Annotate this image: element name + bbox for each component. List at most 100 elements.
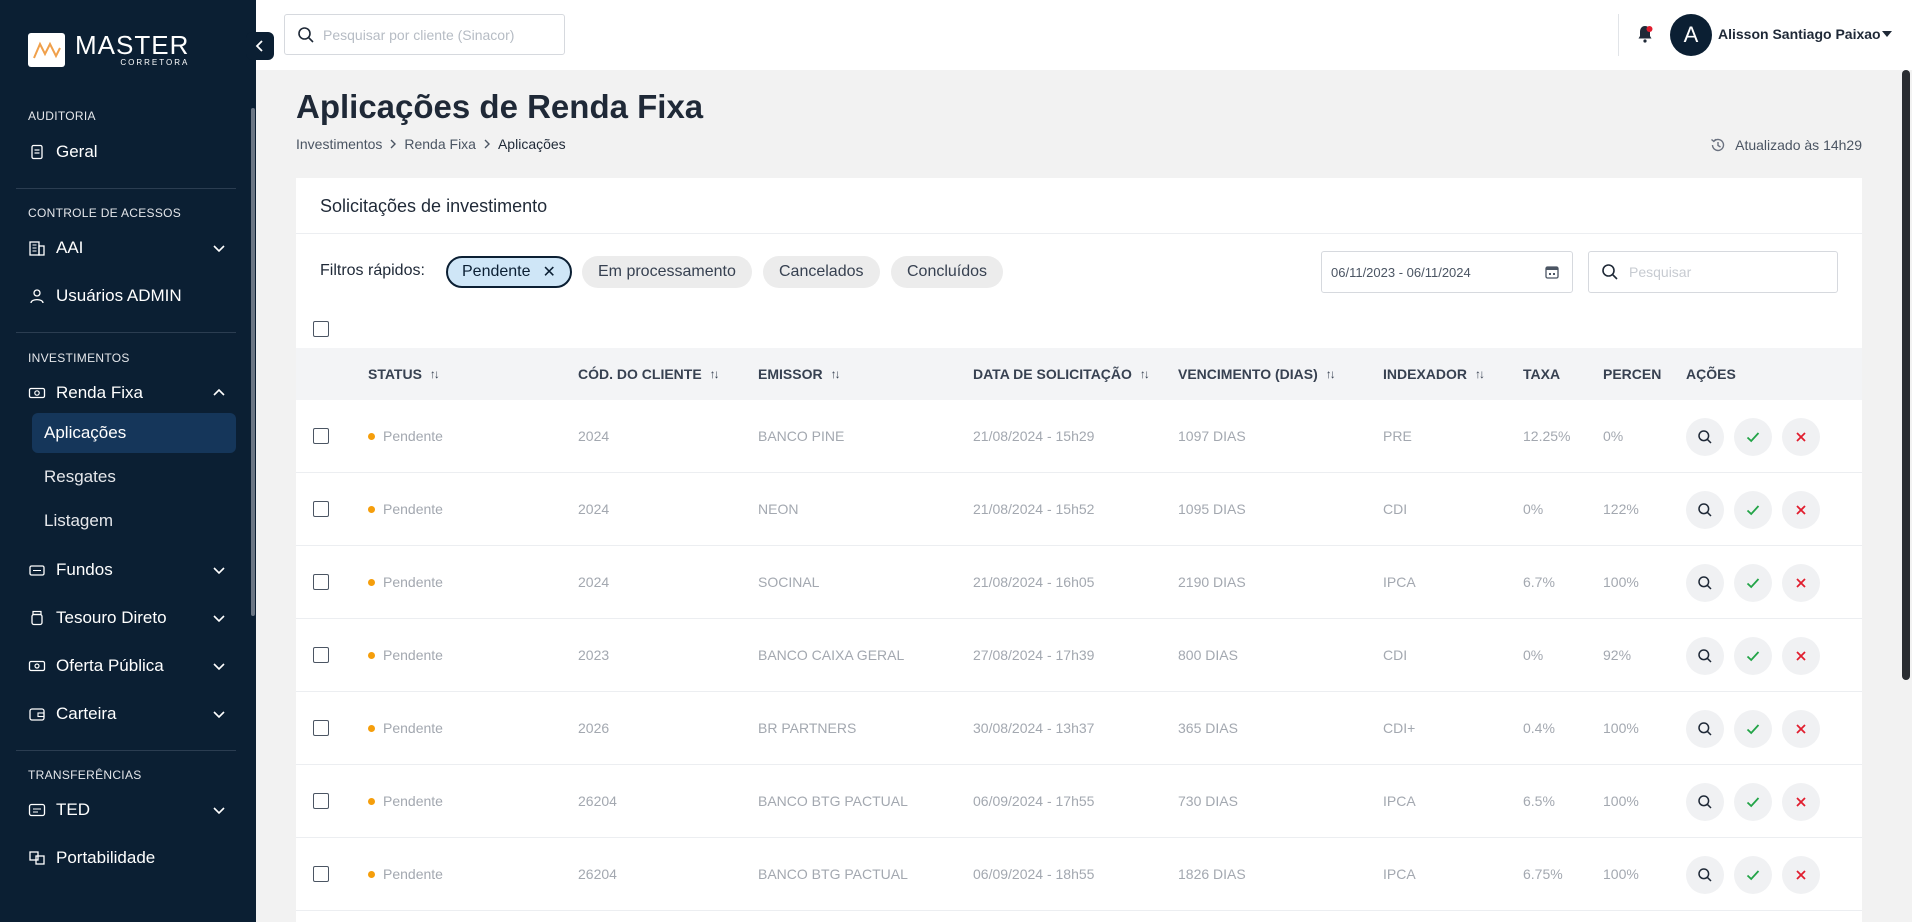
last-updated-text: Atualizado às 14h29: [1735, 137, 1862, 153]
cell-issuer: NEON: [758, 501, 799, 517]
view-button[interactable]: [1686, 637, 1724, 675]
row-checkbox[interactable]: [313, 647, 329, 663]
requests-card: Solicitações de investimento Filtros ráp…: [296, 178, 1862, 922]
column-header-percent[interactable]: PERCENT: [1603, 366, 1661, 382]
chevron-down-icon: [213, 663, 225, 671]
calendar-icon: [1545, 266, 1559, 279]
reject-button[interactable]: [1782, 491, 1820, 529]
approve-button[interactable]: [1734, 564, 1772, 602]
chip-pendente[interactable]: Pendente ✕: [446, 256, 572, 288]
sort-icon: ↑↓: [830, 367, 841, 381]
reject-button[interactable]: [1782, 710, 1820, 748]
sidebar-item-oferta-publica[interactable]: Oferta Pública: [28, 648, 228, 684]
view-button[interactable]: [1686, 564, 1724, 602]
client-search[interactable]: [284, 14, 565, 55]
cell-client: 2024: [578, 574, 610, 590]
breadcrumb-renda-fixa[interactable]: Renda Fixa: [404, 136, 476, 152]
approve-button[interactable]: [1734, 783, 1772, 821]
chip-cancelados[interactable]: Cancelados: [763, 256, 880, 288]
sidebar-item-ted[interactable]: TED: [28, 792, 228, 828]
date-range-picker[interactable]: 06/11/2023 - 06/11/2024: [1321, 251, 1573, 293]
column-header-index[interactable]: INDEXADOR ↑↓: [1383, 366, 1485, 382]
user-name[interactable]: Alisson Santiago Paixao: [1718, 26, 1881, 42]
sidebar-item-carteira[interactable]: Carteira: [28, 696, 228, 732]
column-header-rate[interactable]: TAXA: [1523, 366, 1560, 382]
row-checkbox[interactable]: [313, 574, 329, 590]
row-checkbox[interactable]: [313, 501, 329, 517]
sidebar-item-portabilidade[interactable]: Portabilidade: [28, 840, 228, 876]
reject-button[interactable]: [1782, 564, 1820, 602]
sidebar-item-aai[interactable]: AAI: [28, 230, 228, 266]
check-icon: [1745, 502, 1761, 518]
chevron-down-icon: [213, 711, 225, 719]
row-checkbox[interactable]: [313, 866, 329, 882]
chip-concluidos[interactable]: Concluídos: [891, 256, 1004, 288]
caret-down-icon[interactable]: [1882, 31, 1892, 37]
close-icon: [1794, 503, 1808, 517]
sidebar-item-tesouro-direto[interactable]: Tesouro Direto: [28, 600, 228, 636]
sidebar-scrollbar[interactable]: [251, 108, 255, 616]
status-dot-icon: [368, 651, 375, 659]
row-checkbox[interactable]: [313, 720, 329, 736]
close-icon[interactable]: ✕: [543, 262, 556, 282]
check-icon: [1745, 794, 1761, 810]
approve-button[interactable]: [1734, 710, 1772, 748]
approve-button[interactable]: [1734, 856, 1772, 894]
cell-client: 2026: [578, 720, 610, 736]
reject-button[interactable]: [1782, 418, 1820, 456]
cell-date: 30/08/2024 - 13h37: [973, 720, 1095, 736]
sidebar-subitem-listagem[interactable]: Listagem: [32, 501, 236, 541]
sidebar-item-fundos[interactable]: Fundos: [28, 552, 228, 588]
sidebar-collapse-button[interactable]: [246, 32, 274, 60]
money-icon: [28, 384, 46, 402]
row-checkbox[interactable]: [313, 428, 329, 444]
table-search-input[interactable]: [1629, 264, 1819, 280]
view-button[interactable]: [1686, 491, 1724, 529]
sidebar-subitem-resgates[interactable]: Resgates: [32, 457, 236, 497]
column-header-status[interactable]: STATUS ↑↓: [368, 366, 440, 382]
breadcrumb-investimentos[interactable]: Investimentos: [296, 136, 382, 152]
view-button[interactable]: [1686, 418, 1724, 456]
card-title: Solicitações de investimento: [320, 196, 548, 216]
row-checkbox[interactable]: [313, 793, 329, 809]
page-scrollbar[interactable]: [1902, 70, 1910, 680]
view-button[interactable]: [1686, 710, 1724, 748]
approve-button[interactable]: [1734, 418, 1772, 456]
column-header-date[interactable]: DATA DE SOLICITAÇÃO ↑↓: [973, 366, 1150, 382]
reject-button[interactable]: [1782, 783, 1820, 821]
table-search[interactable]: [1588, 251, 1838, 293]
cell-rate: 0.4%: [1523, 720, 1555, 736]
last-updated: Atualizado às 14h29: [1709, 136, 1862, 154]
cell-issuer: BANCO PINE: [758, 428, 845, 444]
sidebar-divider: [16, 750, 236, 751]
client-search-input[interactable]: [323, 26, 553, 43]
chip-em-processamento[interactable]: Em processamento: [582, 256, 752, 288]
column-header-client[interactable]: CÓD. DO CLIENTE ↑↓: [578, 366, 720, 382]
status-dot-icon: [368, 797, 375, 805]
view-button[interactable]: [1686, 783, 1724, 821]
cell-issuer: BR PARTNERS: [758, 720, 857, 736]
cell-client: 26204: [578, 793, 617, 809]
column-header-maturity[interactable]: VENCIMENTO (DIAS) ↑↓: [1178, 366, 1336, 382]
cell-rate: 12.25%: [1523, 428, 1571, 444]
select-all-checkbox[interactable]: [313, 321, 329, 337]
sidebar-item-geral[interactable]: Geral: [28, 134, 228, 170]
sidebar-item-renda-fixa[interactable]: Renda Fixa: [28, 375, 228, 411]
check-icon: [1745, 867, 1761, 883]
approve-button[interactable]: [1734, 637, 1772, 675]
cell-percent: 122%: [1603, 501, 1639, 517]
avatar[interactable]: A: [1670, 14, 1712, 56]
sidebar-item-label: Usuários ADMIN: [56, 286, 182, 305]
approve-button[interactable]: [1734, 491, 1772, 529]
sidebar-divider: [16, 332, 236, 333]
sidebar-subitem-aplicacoes[interactable]: Aplicações: [32, 413, 236, 453]
bell-icon[interactable]: [1636, 24, 1654, 49]
view-button[interactable]: [1686, 856, 1724, 894]
cell-percent: 100%: [1603, 793, 1639, 809]
reject-button[interactable]: [1782, 637, 1820, 675]
brand-logo[interactable]: MASTER CORRETORA: [28, 32, 189, 67]
cell-index: PRE: [1383, 428, 1412, 444]
column-header-issuer[interactable]: EMISSOR ↑↓: [758, 366, 841, 382]
reject-button[interactable]: [1782, 856, 1820, 894]
sidebar-item-usuarios-admin[interactable]: Usuários ADMIN: [28, 278, 228, 314]
